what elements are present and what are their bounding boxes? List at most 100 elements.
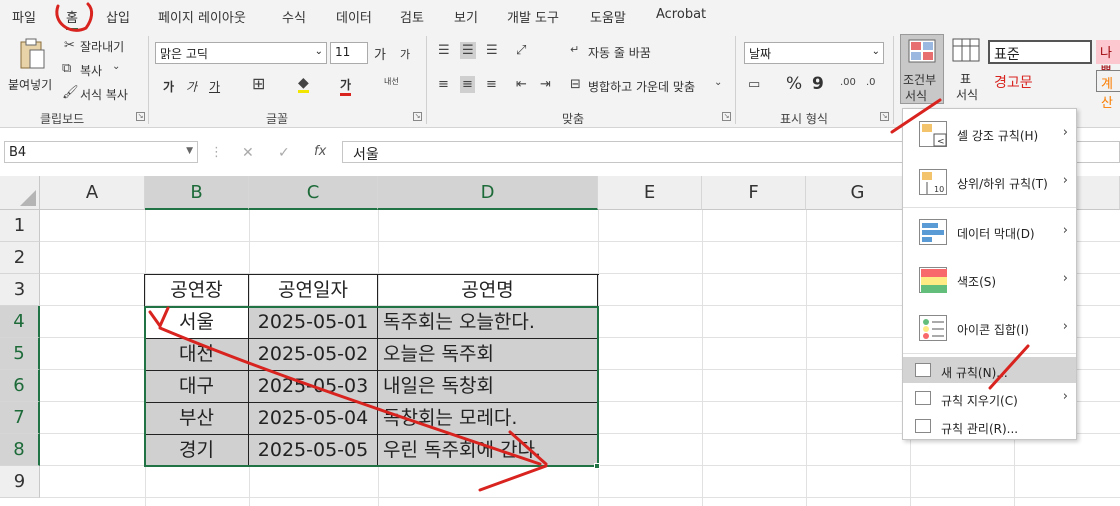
indent-increase-icon[interactable]: ⇥ (540, 78, 551, 91)
percent-button[interactable]: % (786, 74, 802, 94)
phonetic-button[interactable]: 내선 (384, 76, 399, 87)
column-header-g[interactable]: G (806, 176, 910, 210)
chevron-down-icon[interactable]: ⌄ (714, 78, 722, 88)
align-middle-icon[interactable]: ☰ (460, 42, 476, 59)
bold-button[interactable]: 가 (163, 78, 174, 95)
merge-icon[interactable]: ⊟ (570, 78, 581, 91)
format-painter-icon[interactable]: 🖌 (62, 86, 79, 99)
column-header-f[interactable]: F (702, 176, 806, 210)
fill-color-icon[interactable]: ◆ (298, 76, 309, 93)
format-painter-button[interactable]: 서식 복사 (80, 86, 128, 103)
table-cell[interactable]: 독창회는 모레다. (378, 403, 598, 435)
column-header-a[interactable]: A (40, 176, 145, 210)
align-top-icon[interactable]: ☰ (438, 44, 450, 57)
row-header-9[interactable]: 9 (0, 466, 40, 498)
table-cell[interactable]: 대전 (145, 339, 249, 371)
menu-item-top-bottom-rules[interactable]: 10 상위/하위 규칙(T) › (903, 169, 1076, 195)
menu-item-manage-rules[interactable]: 규칙 관리(R)... (903, 413, 1076, 439)
align-left-icon[interactable]: ≡ (438, 78, 449, 91)
decrease-decimal-icon[interactable]: .0 (866, 78, 876, 88)
table-cell[interactable]: 2025-05-05 (249, 435, 378, 467)
copy-button[interactable]: 복사 (80, 62, 102, 79)
column-header-e[interactable]: E (598, 176, 702, 210)
table-cell[interactable]: 내일은 독창회 (378, 371, 598, 403)
menu-acrobat[interactable]: Acrobat (656, 7, 706, 22)
menu-review[interactable]: 검토 (400, 7, 424, 26)
grow-font-button[interactable]: 가 (374, 44, 386, 63)
row-header-4[interactable]: 4 (0, 306, 40, 338)
menu-item-new-rule[interactable]: 새 규칙(N)... (903, 357, 1076, 383)
cut-icon[interactable]: ✂ (64, 39, 75, 52)
name-box[interactable]: B4 ▼ (4, 141, 198, 163)
font-launcher-icon[interactable]: ↘ (413, 112, 422, 121)
font-size-select[interactable]: 11 (330, 42, 368, 64)
fill-handle[interactable] (594, 463, 600, 469)
select-all-corner[interactable] (0, 176, 40, 210)
menu-item-color-scales[interactable]: 색조(S) › (903, 267, 1076, 293)
menu-help[interactable]: 도움말 (590, 7, 626, 26)
header-cell[interactable]: 공연일자 (249, 275, 378, 307)
row-header-7[interactable]: 7 (0, 402, 40, 434)
menu-data[interactable]: 데이터 (336, 7, 372, 26)
conditional-format-button[interactable]: 조건부 서식 (900, 34, 944, 104)
table-cell[interactable]: 오늘은 독주회 (378, 339, 598, 371)
number-format-select[interactable]: 날짜 ⌄ (744, 42, 884, 64)
row-header-5[interactable]: 5 (0, 338, 40, 370)
style-normal[interactable]: 표준 (988, 40, 1092, 64)
border-icon[interactable]: ⊞ (252, 76, 265, 92)
menu-developer[interactable]: 개발 도구 (507, 7, 559, 26)
copy-icon[interactable]: ⧉ (62, 62, 71, 75)
cancel-icon[interactable]: ✕ (242, 145, 254, 161)
table-cell[interactable]: 우린 독주회에 간다. (378, 435, 598, 467)
menu-file[interactable]: 파일 (12, 7, 36, 26)
comma-button[interactable]: 9 (812, 74, 824, 94)
wrap-text-button[interactable]: 자동 줄 바꿈 (588, 44, 651, 61)
currency-icon[interactable]: ▭ (748, 78, 760, 91)
table-cell[interactable]: 경기 (145, 435, 249, 467)
row-header-3[interactable]: 3 (0, 274, 40, 306)
style-warning[interactable]: 경고문 (990, 70, 1090, 92)
column-header-d[interactable]: D (378, 176, 598, 210)
style-bad[interactable]: 나쁨 (1096, 40, 1120, 80)
menu-item-icon-sets[interactable]: 아이콘 집합(I) › (903, 315, 1076, 341)
row-header-6[interactable]: 6 (0, 370, 40, 402)
align-center-icon[interactable]: ≡ (460, 76, 475, 93)
table-cell[interactable]: 독주회는 오늘한다. (378, 307, 598, 339)
underline-button[interactable]: 가 (209, 78, 220, 95)
menu-page-layout[interactable]: 페이지 레이아웃 (158, 7, 246, 26)
table-cell[interactable]: 2025-05-04 (249, 403, 378, 435)
column-header-b[interactable]: B (145, 176, 249, 210)
menu-item-clear-rules[interactable]: 규칙 지우기(C) › (903, 385, 1076, 411)
table-cell[interactable]: 2025-05-03 (249, 371, 378, 403)
merge-center-button[interactable]: 병합하고 가운데 맞춤 (588, 78, 695, 95)
fx-icon[interactable]: fx (314, 144, 326, 159)
menu-item-highlight-rules[interactable]: < 셀 강조 규칙(H) › (903, 121, 1076, 147)
menu-home[interactable]: 홈 (66, 7, 78, 30)
font-name-select[interactable]: 맑은 고딕 ⌄ (155, 42, 327, 64)
indent-decrease-icon[interactable]: ⇤ (516, 78, 527, 91)
menu-formulas[interactable]: 수식 (282, 7, 306, 26)
orientation-icon[interactable]: ⤢ (516, 44, 526, 57)
align-bottom-icon[interactable]: ☰ (486, 44, 498, 57)
column-header-c[interactable]: C (249, 176, 378, 210)
shrink-font-button[interactable]: 가 (400, 46, 410, 62)
format-as-table-button[interactable]: 표 서식 (948, 34, 986, 104)
increase-decimal-icon[interactable]: .00 (840, 78, 856, 88)
font-color-button[interactable]: 가 (340, 76, 352, 96)
menu-insert[interactable]: 삽입 (106, 7, 130, 26)
style-calculation[interactable]: 계산 (1096, 70, 1120, 111)
header-cell[interactable]: 공연장 (145, 275, 249, 307)
enter-icon[interactable]: ✓ (278, 145, 290, 161)
alignment-launcher-icon[interactable]: ↘ (722, 112, 731, 121)
table-cell[interactable]: 2025-05-02 (249, 339, 378, 371)
paste-button[interactable]: 붙여넣기 (8, 36, 54, 104)
italic-button[interactable]: 가 (186, 78, 197, 95)
menu-view[interactable]: 보기 (454, 7, 478, 26)
wrap-text-icon[interactable]: ↵ (570, 44, 579, 55)
align-right-icon[interactable]: ≡ (486, 78, 497, 91)
clipboard-launcher-icon[interactable]: ↘ (136, 112, 145, 121)
chevron-down-icon[interactable]: ⌄ (112, 62, 120, 72)
table-cell[interactable]: 부산 (145, 403, 249, 435)
cut-button[interactable]: 잘라내기 (80, 38, 124, 55)
number-launcher-icon[interactable]: ↘ (880, 112, 889, 121)
